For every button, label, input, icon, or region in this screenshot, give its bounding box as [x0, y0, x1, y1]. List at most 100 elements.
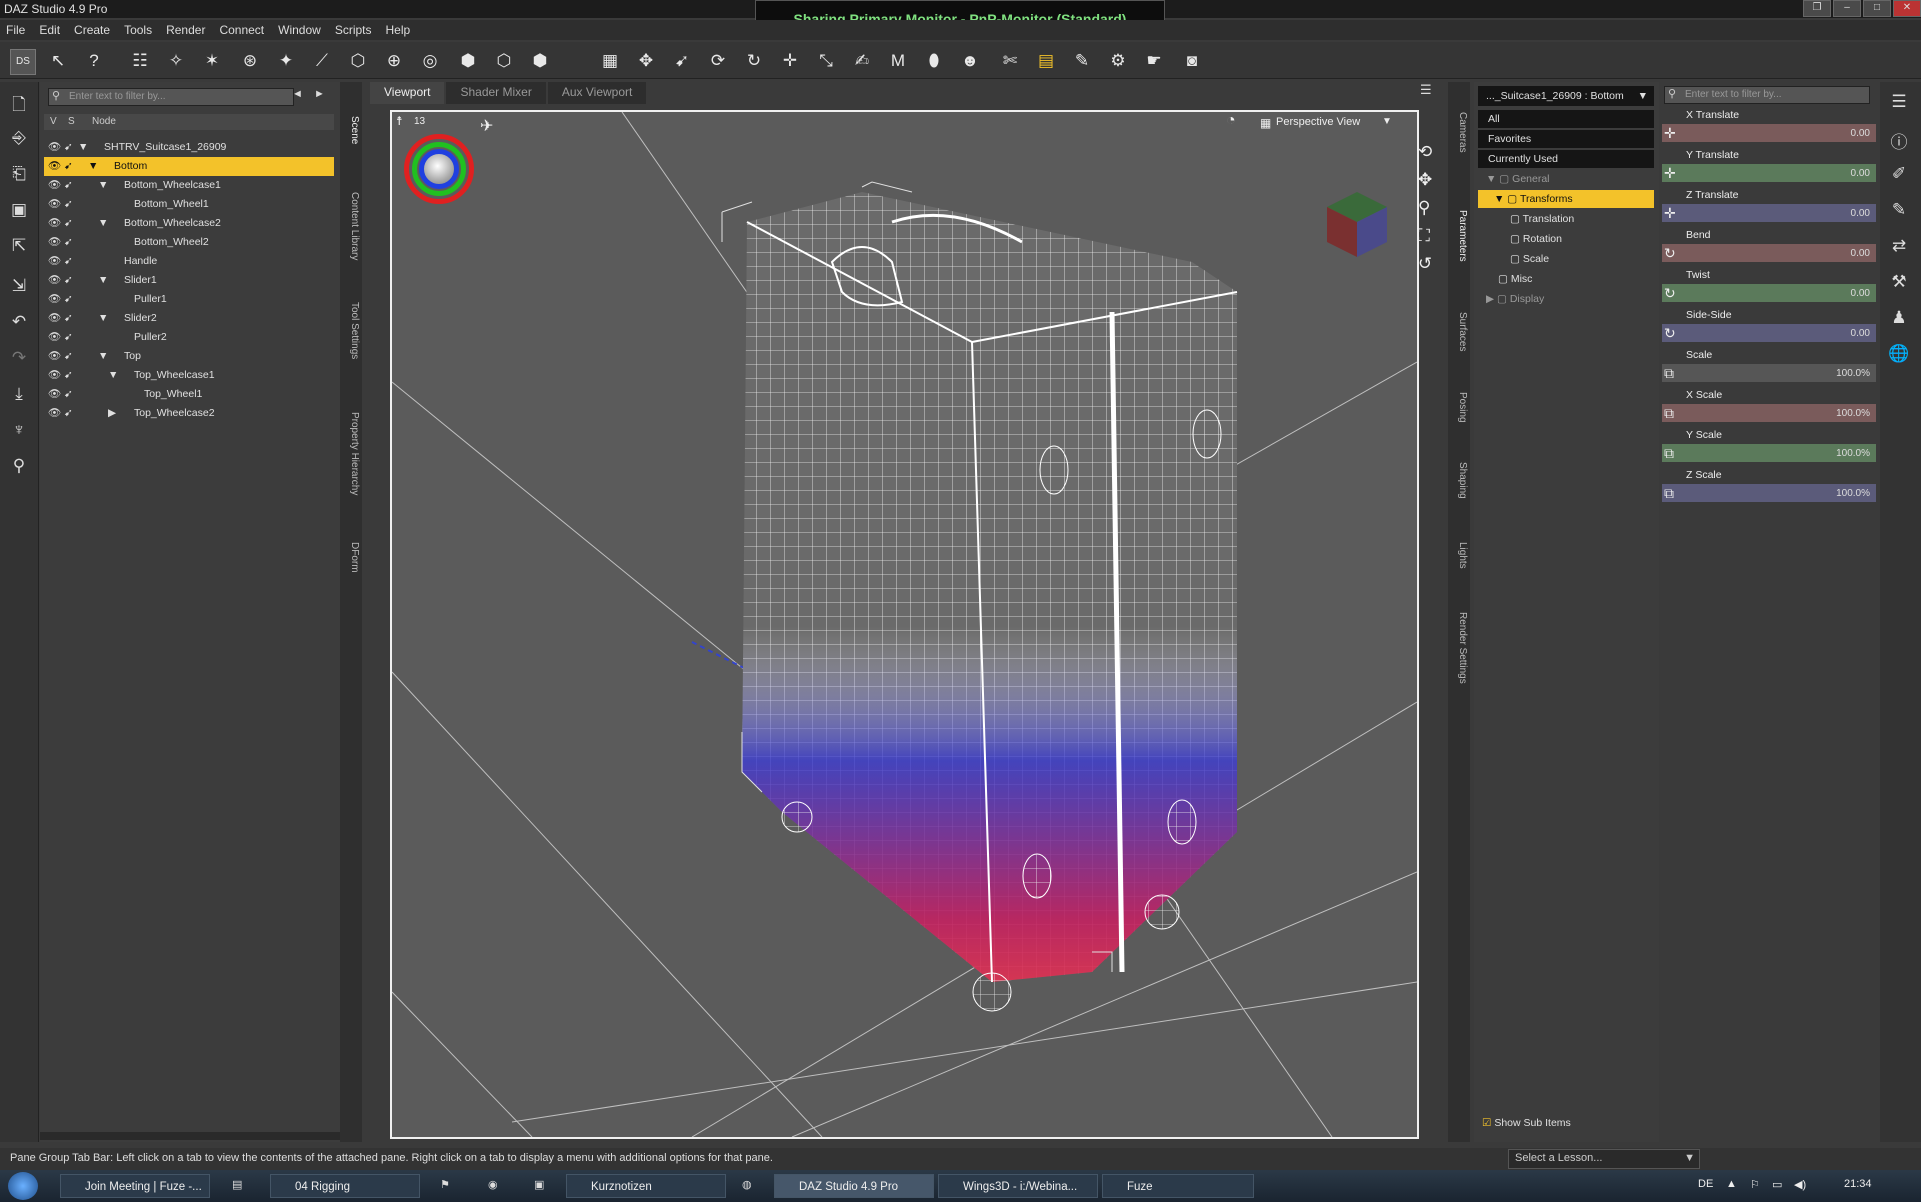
task-browser-icon[interactable]: ◉ — [488, 1178, 498, 1191]
eye-icon[interactable]: 👁 — [48, 178, 62, 191]
scene-node-row[interactable]: 👁 ➹ Top_Wheel1 — [44, 385, 334, 404]
restore-icon[interactable]: ❐ — [1803, 0, 1831, 17]
pan-icon[interactable]: ✥ — [1418, 166, 1440, 194]
node-weight-icon[interactable]: ✶ — [200, 49, 224, 73]
menu-connect[interactable]: Connect — [219, 23, 264, 37]
pose-tool-icon[interactable]: ⚲ — [6, 456, 32, 482]
slider-value[interactable]: 100.0% — [1836, 408, 1870, 419]
scene-node-row[interactable]: 👁 ➹ ▼ Top — [44, 347, 334, 366]
pane-options-icon[interactable]: ☰ — [1886, 92, 1912, 118]
collapse-icon[interactable]: ▶ — [108, 407, 116, 419]
expand-icon[interactable]: ▼ — [98, 312, 108, 324]
help-pointer-icon[interactable]: ↖ — [46, 49, 70, 73]
new-scene-icon[interactable]: 🗋 — [6, 92, 32, 118]
tab-aux-viewport[interactable]: Aux Viewport — [547, 82, 647, 104]
menu-help[interactable]: Help — [386, 23, 411, 37]
menu-create[interactable]: Create — [74, 23, 110, 37]
slider-value[interactable]: 0.00 — [1851, 288, 1870, 299]
expand-icon[interactable]: ▼ — [98, 274, 108, 286]
slider-y-scale[interactable]: Y Scale ⧉ 100.0% — [1660, 428, 1878, 466]
select-arrow-icon[interactable]: ➹ — [64, 293, 73, 305]
tab-content-library[interactable]: Content Library — [342, 192, 360, 260]
eye-icon[interactable]: 👁 — [48, 159, 62, 172]
slider-bend[interactable]: Bend ↻ 0.00 — [1660, 228, 1878, 266]
menu-render[interactable]: Render — [166, 23, 205, 37]
select-arrow-icon[interactable]: ➹ — [64, 198, 73, 210]
scene-figures-icon[interactable]: ☷ — [128, 49, 152, 73]
start-button[interactable] — [8, 1172, 38, 1200]
tab-lights[interactable]: Lights — [1450, 542, 1468, 569]
select-arrow-icon[interactable]: ➹ — [64, 179, 73, 191]
slider-track[interactable] — [1662, 124, 1876, 142]
task-flag-icon[interactable]: ⚑ — [440, 1178, 450, 1191]
eye-icon[interactable]: 👁 — [48, 235, 62, 248]
task-wings3d[interactable]: Wings3D - i:/Webina... — [938, 1174, 1098, 1198]
tab-viewport[interactable]: Viewport — [370, 82, 445, 104]
slider-value[interactable]: 100.0% — [1836, 488, 1870, 499]
menu-tools[interactable]: Tools — [124, 23, 152, 37]
tab-scene[interactable]: Scene — [342, 116, 360, 144]
tab-parameters[interactable]: Parameters — [1450, 210, 1468, 262]
rotate-icon[interactable]: ↻ — [742, 49, 766, 73]
open-icon[interactable]: ⎆ — [6, 128, 32, 154]
scene-node-row[interactable]: 👁 ➹ ▼ Bottom_Wheelcase2 — [44, 214, 334, 233]
slider-z-translate[interactable]: Z Translate ✛ 0.00 — [1660, 188, 1878, 226]
view-cube[interactable] — [1327, 192, 1387, 257]
info-icon[interactable]: ⓘ — [1886, 128, 1912, 154]
pointer-help-icon[interactable]: ☛ — [1142, 49, 1166, 73]
node-selector-dropdown[interactable]: ..._Suitcase1_26909 : Bottom ▼ — [1478, 86, 1654, 106]
action-center-icon[interactable]: ⚐ — [1750, 1178, 1760, 1191]
expand-icon[interactable]: ▼ — [88, 160, 98, 172]
slider-x-translate[interactable]: X Translate ✛ 0.00 — [1660, 108, 1878, 146]
tab-posing[interactable]: Posing — [1450, 392, 1468, 423]
3d-viewport[interactable]: ☨ 13 ✈ ◔ ▦ Perspective View ▼ — [390, 110, 1419, 1139]
slider-value[interactable]: 0.00 — [1851, 168, 1870, 179]
slider-value[interactable]: 0.00 — [1851, 128, 1870, 139]
volume-icon[interactable]: ◀) — [1794, 1178, 1806, 1191]
tree-item-currently-used[interactable]: Currently Used — [1478, 150, 1654, 168]
column-selectable[interactable]: S — [68, 116, 75, 127]
globe-icon[interactable]: 🌐 — [1886, 344, 1912, 370]
scene-node-row[interactable]: 👁 ➹ Bottom_Wheel1 — [44, 195, 334, 214]
minimize-icon[interactable]: – — [1833, 0, 1861, 17]
select-arrow-icon[interactable]: ➹ — [64, 388, 73, 400]
eye-icon[interactable]: 👁 — [48, 292, 62, 305]
cube-tool-icon[interactable]: ⬡ — [492, 49, 516, 73]
task-chrome-icon[interactable]: ◍ — [742, 1178, 752, 1191]
tool-settings-icon[interactable]: ✄ — [998, 49, 1022, 73]
target-tool-icon[interactable]: ◎ — [418, 49, 442, 73]
joint-editor-icon[interactable]: ✧ — [164, 49, 188, 73]
translate-icon[interactable]: ✛ — [778, 49, 802, 73]
drop-to-floor-icon[interactable]: ⤓ — [6, 384, 32, 410]
geometry-sculptor-icon[interactable]: M — [886, 49, 910, 73]
pin-icon[interactable]: ✈ — [480, 116, 493, 136]
slider-track[interactable] — [1662, 244, 1876, 262]
show-sub-items-checkbox[interactable]: ☑ Show Sub Items — [1478, 1114, 1654, 1132]
network-icon[interactable]: ▭ — [1772, 1178, 1782, 1191]
param-filter-input[interactable]: Enter text to filter by... — [1664, 86, 1870, 104]
spot-render-icon[interactable]: ✦ — [274, 49, 298, 73]
scale-icon[interactable]: ⤡ — [814, 49, 838, 73]
daz-logo-icon[interactable]: DS — [10, 49, 36, 75]
tab-cameras[interactable]: Cameras — [1450, 112, 1468, 153]
geometry-editor-icon[interactable]: ⊛ — [238, 49, 262, 73]
scene-scrollbar[interactable] — [40, 1132, 340, 1140]
tray-expand-icon[interactable]: ▲ — [1726, 1178, 1737, 1190]
slider-value[interactable]: 100.0% — [1836, 368, 1870, 379]
tree-item-display[interactable]: ▶ ▢ Display — [1478, 290, 1654, 308]
column-node[interactable]: Node — [92, 116, 116, 127]
figure-tool-icon[interactable]: ♆ — [6, 420, 32, 446]
bone-tool-icon[interactable]: ✐ — [1886, 164, 1912, 190]
region-navigator-icon[interactable]: ☻ — [958, 49, 982, 73]
weight-brush-icon[interactable]: ⚒ — [1886, 272, 1912, 298]
menu-file[interactable]: File — [6, 23, 25, 37]
pose-figure-icon[interactable]: ♟ — [1886, 308, 1912, 334]
eye-icon[interactable]: 👁 — [48, 406, 62, 419]
viewport-edit-icon[interactable]: ✎ — [1070, 49, 1094, 73]
eye-icon[interactable]: 👁 — [48, 349, 62, 362]
select-arrow-icon[interactable]: ➹ — [64, 350, 73, 362]
tree-item-all[interactable]: All — [1478, 110, 1654, 128]
eye-icon[interactable]: 👁 — [48, 330, 62, 343]
tab-shaping[interactable]: Shaping — [1450, 462, 1468, 499]
menu-window[interactable]: Window — [278, 23, 321, 37]
